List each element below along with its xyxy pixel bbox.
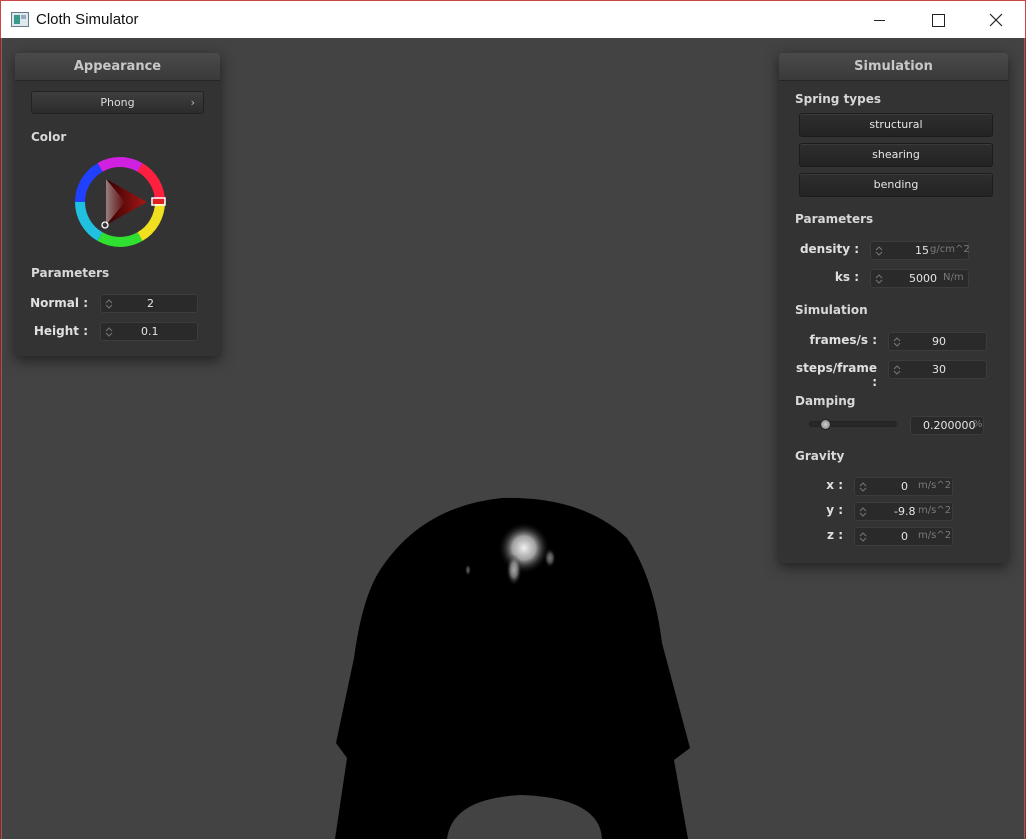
gravity-z-input[interactable]: 0 m/s^2 [854,527,953,546]
simulation-panel: Simulation Spring types structural shear… [779,53,1008,563]
chevron-right-icon: › [190,96,195,109]
title-bar: Cloth Simulator [0,0,1026,38]
normal-label: Normal : [30,296,88,310]
app-window-icon [11,12,29,27]
simulation-section-label: Simulation [795,303,868,317]
steps-per-frame-value: 30 [932,363,946,376]
height-label: Height : [33,324,88,338]
spring-types-label: Spring types [795,92,882,106]
structural-button[interactable]: structural [799,113,993,137]
spinner-arrows-icon[interactable] [105,326,113,338]
gravity-y-unit: m/s^2 [918,505,952,516]
gravity-z-label: z : [827,528,843,542]
spinner-arrows-icon[interactable] [875,273,883,285]
damping-input[interactable]: 0.200000 % [910,416,984,435]
shader-dropdown-label: Phong [100,96,135,109]
spinner-arrows-icon[interactable] [893,364,901,376]
saturation-value-triangle[interactable] [106,179,147,225]
height-input[interactable]: 0.1 [100,322,198,341]
maximize-button[interactable] [909,1,967,39]
frames-per-second-value: 90 [932,335,946,348]
appearance-parameters-label: Parameters [31,266,110,280]
gravity-label: Gravity [795,449,845,463]
spinner-arrows-icon[interactable] [859,481,867,493]
simulation-panel-title[interactable]: Simulation [779,53,1008,81]
damping-slider-knob[interactable] [820,419,832,430]
density-label: density : [799,242,859,256]
sim-parameters-label: Parameters [795,212,874,226]
close-button[interactable] [967,1,1025,39]
normal-value: 2 [147,297,154,310]
height-value: 0.1 [141,325,159,338]
close-icon [989,13,1003,27]
shearing-button[interactable]: shearing [799,143,993,167]
gravity-x-input[interactable]: 0 m/s^2 [854,477,953,496]
bending-button[interactable]: bending [799,173,993,197]
appearance-panel: Appearance Phong › Color Parameters Norm… [15,53,220,356]
ks-value: 5000 [909,272,937,285]
gravity-z-value: 0 [901,530,908,543]
spinner-arrows-icon[interactable] [105,298,113,310]
frames-per-second-input[interactable]: 90 [888,332,987,351]
spinner-arrows-icon[interactable] [859,506,867,518]
damping-value: 0.200000 [923,419,976,432]
spinner-arrows-icon[interactable] [893,336,901,348]
gravity-y-value: -9.8 [894,505,916,518]
ks-unit: N/m [943,272,964,283]
normal-input[interactable]: 2 [100,294,198,313]
damping-unit: % [973,419,983,430]
gravity-y-input[interactable]: -9.8 m/s^2 [854,502,953,521]
color-wheel[interactable] [73,155,167,249]
ks-label: ks : [834,270,859,284]
color-label: Color [31,130,67,144]
color-selector[interactable] [101,221,109,229]
frames-per-second-label: frames/s : [809,333,877,347]
ks-input[interactable]: 5000 N/m [870,269,969,288]
shader-dropdown[interactable]: Phong › [31,91,204,114]
gravity-x-unit: m/s^2 [918,480,952,491]
steps-per-frame-label: steps/frame : [795,361,877,389]
damping-label: Damping [795,394,856,408]
density-value: 15 [915,244,929,257]
spinner-arrows-icon[interactable] [875,245,883,257]
gravity-y-label: y : [826,503,843,517]
appearance-panel-title[interactable]: Appearance [15,53,220,81]
steps-per-frame-input[interactable]: 30 [888,360,987,379]
gravity-x-label: x : [826,478,843,492]
spinner-arrows-icon[interactable] [859,531,867,543]
gravity-z-unit: m/s^2 [918,530,952,541]
window-title: Cloth Simulator [36,11,139,28]
minimize-button[interactable] [851,1,909,39]
density-input[interactable]: 15 g/cm^2 [870,241,970,260]
density-unit: g/cm^2 [930,244,970,255]
gravity-x-value: 0 [901,480,908,493]
